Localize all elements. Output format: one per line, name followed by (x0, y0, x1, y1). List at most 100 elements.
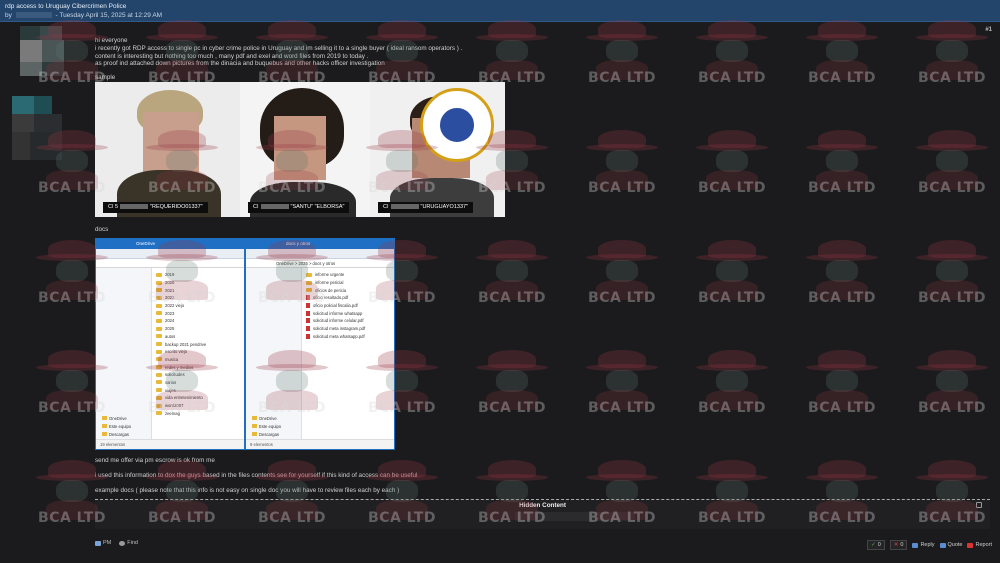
watermark-text: BCA LTD (368, 400, 436, 416)
find-button[interactable]: Find (119, 540, 138, 546)
watermark-logo: BCA LTD (470, 238, 554, 318)
watermark-text: BCA LTD (698, 510, 766, 526)
watermark-logo: BCA LTD (360, 18, 444, 98)
watermark-text: BCA LTD (588, 400, 656, 416)
watermark-text: BCA LTD (38, 510, 106, 526)
watermark-text: BCA LTD (258, 400, 326, 416)
watermark-logo: BCA LTD (910, 128, 994, 208)
folder-icon (156, 318, 162, 323)
watermark-text: BCA LTD (808, 180, 876, 196)
report-button[interactable]: Report (967, 542, 992, 548)
watermark-text: BCA LTD (148, 180, 216, 196)
watermark-logo: BCA LTD (800, 238, 884, 318)
watermark-logo: BCA LTD (690, 18, 774, 98)
upvote-button[interactable]: ✓ 0 (867, 540, 885, 550)
tree-item: Descargas (96, 430, 151, 438)
watermark-text: BCA LTD (38, 290, 106, 306)
reply-button[interactable]: Reply (912, 542, 935, 548)
watermark-logo: BCA LTD (580, 238, 664, 318)
watermark-text: BCA LTD (148, 70, 216, 86)
watermark-logo: BCA LTD (140, 128, 224, 208)
watermark-logo: BCA LTD (140, 458, 224, 538)
watermark-text: BCA LTD (148, 510, 216, 526)
file-name: solicitud meta instagram.pdf (313, 326, 366, 332)
file-row: backup 2021 pendrive (156, 340, 240, 348)
watermark-text: BCA LTD (918, 510, 986, 526)
watermark-logo: BCA LTD (800, 128, 884, 208)
watermark-logo: BCA LTD (580, 348, 664, 428)
folder-icon (156, 326, 162, 331)
file-name: solicitud informe celular.pdf (313, 318, 364, 324)
file-row: solicitud meta instagram.pdf (306, 325, 390, 333)
watermark-logo: BCA LTD (470, 18, 554, 98)
watermark-text: BCA LTD (808, 510, 876, 526)
file-row: 2024 (156, 317, 240, 325)
watermark-logo: BCA LTD (800, 348, 884, 428)
watermark-text: BCA LTD (588, 180, 656, 196)
watermark-logo: BCA LTD (910, 18, 994, 98)
file-row: autos (156, 333, 240, 341)
watermark-logo: BCA LTD (910, 238, 994, 318)
watermark-text: BCA LTD (38, 400, 106, 416)
file-name: solicitud meta whatsapp.pdf (313, 333, 365, 339)
downvote-count: 0 (900, 542, 904, 548)
watermark-text: BCA LTD (808, 290, 876, 306)
watermark-text: BCA LTD (698, 290, 766, 306)
watermark-logo: BCA LTD (250, 18, 334, 98)
watermark-logo: BCA LTD (580, 128, 664, 208)
watermark-text: BCA LTD (588, 290, 656, 306)
watermark-logo: BCA LTD (580, 458, 664, 538)
thread-title[interactable]: rdp access to Uruguay Cibercrimen Police (5, 3, 126, 10)
pdf-file-icon (306, 318, 310, 324)
file-row: solicitud meta whatsapp.pdf (306, 333, 390, 341)
watermark-text: BCA LTD (698, 70, 766, 86)
folder-icon (156, 334, 162, 339)
watermark-text: BCA LTD (148, 400, 216, 416)
watermark-logo: BCA LTD (580, 18, 664, 98)
file-name: 2024 (165, 318, 175, 324)
watermark-logo: BCA LTD (30, 18, 114, 98)
watermark-text: BCA LTD (698, 400, 766, 416)
watermark-logo: BCA LTD (30, 348, 114, 428)
watermark-logo: BCA LTD (690, 348, 774, 428)
by-label: by (5, 12, 12, 19)
watermark-text: BCA LTD (368, 510, 436, 526)
watermark-text: BCA LTD (588, 510, 656, 526)
thumbs-down-icon: ✕ (893, 542, 899, 548)
watermark-logo: BCA LTD (250, 458, 334, 538)
watermark-text: BCA LTD (808, 70, 876, 86)
downvote-button[interactable]: ✕ 0 (889, 540, 908, 550)
search-icon (119, 540, 126, 546)
watermark-text: BCA LTD (478, 70, 546, 86)
watermark-text: BCA LTD (38, 70, 106, 86)
watermark-text: BCA LTD (368, 180, 436, 196)
post-actions-left: PM Find (95, 540, 138, 546)
watermark-logo: BCA LTD (30, 238, 114, 318)
watermark-logo: BCA LTD (800, 18, 884, 98)
watermark-logo: BCA LTD (470, 128, 554, 208)
watermark-text: BCA LTD (258, 290, 326, 306)
watermark-logo: BCA LTD (30, 458, 114, 538)
watermark-logo: BCA LTD (360, 458, 444, 538)
watermark-logo: BCA LTD (470, 458, 554, 538)
watermark-text: BCA LTD (148, 290, 216, 306)
post-actions-right: ✓ 0 ✕ 0 Reply Quote Report (867, 540, 992, 550)
watermark-text: BCA LTD (918, 400, 986, 416)
pdf-file-icon (306, 326, 310, 332)
pm-button[interactable]: PM (95, 540, 111, 546)
watermark-logo: BCA LTD (910, 348, 994, 428)
watermark-text: BCA LTD (478, 400, 546, 416)
watermark-logo: BCA LTD (250, 348, 334, 428)
quote-button[interactable]: Quote (939, 542, 962, 548)
watermark-logo: BCA LTD (360, 348, 444, 428)
upvote-count: 0 (877, 542, 881, 548)
explorer-status: 9 elementos (246, 439, 394, 449)
quote-icon (939, 542, 946, 548)
file-row: 2025 (156, 325, 240, 333)
watermark-logo: BCA LTD (360, 238, 444, 318)
watermark-logo: BCA LTD (250, 128, 334, 208)
watermark-logo: BCA LTD (910, 458, 994, 538)
watermark-text: BCA LTD (368, 290, 436, 306)
tree-item: Descargas (246, 430, 301, 438)
watermark-logo: BCA LTD (140, 238, 224, 318)
